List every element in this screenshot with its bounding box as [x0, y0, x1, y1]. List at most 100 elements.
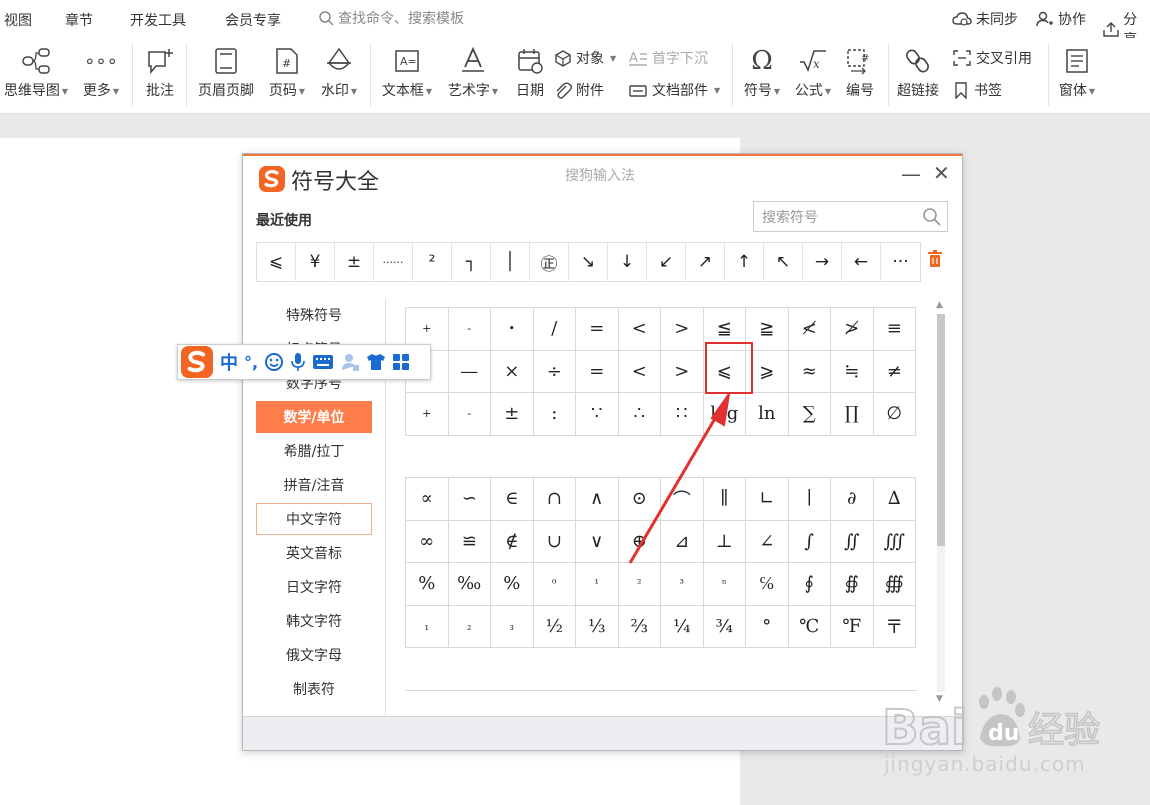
symbol-cell[interactable]: ÷ — [533, 350, 576, 393]
user-tools-icon[interactable] — [340, 352, 360, 372]
recent-symbol-cell[interactable]: ↖ — [764, 243, 803, 281]
skin-shirt-icon[interactable] — [366, 353, 386, 371]
numbering-button[interactable]: # 编号 — [840, 46, 880, 100]
category-item[interactable]: 中文字符 — [256, 503, 372, 535]
scroll-up-icon[interactable]: ▲ — [936, 300, 943, 310]
symbol-cell[interactable]: ⊕ — [618, 520, 661, 563]
recent-symbol-cell[interactable]: ㊣ — [530, 243, 569, 281]
recent-symbol-cell[interactable]: ² — [413, 243, 452, 281]
symbol-cell[interactable]: ∫ — [788, 520, 831, 563]
close-icon[interactable]: ✕ — [933, 161, 950, 185]
category-item[interactable]: 特殊符号 — [256, 299, 372, 331]
symbol-cell[interactable]: ⌒ — [661, 478, 704, 521]
symbol-cell[interactable]: ∣ — [788, 478, 831, 521]
symbol-cell[interactable]: ∴ — [618, 393, 661, 436]
symbol-cell[interactable]: ∧ — [576, 478, 619, 521]
symbol-cell[interactable]: ∝ — [406, 478, 449, 521]
symbol-cell[interactable]: + — [406, 393, 449, 436]
header-footer-button[interactable]: 页眉页脚 — [194, 46, 258, 100]
command-search[interactable]: 查找命令、搜索模板 — [318, 8, 464, 28]
recent-symbol-cell[interactable]: ↓ — [608, 243, 647, 281]
symbol-cell[interactable]: ∪ — [533, 520, 576, 563]
symbol-cell[interactable]: ‰ — [448, 563, 491, 606]
symbol-cell[interactable]: ≠ — [873, 350, 916, 393]
minimize-icon[interactable]: — — [901, 162, 921, 186]
symbol-cell[interactable]: ∑ — [788, 393, 831, 436]
symbol-cell[interactable]: ³ — [661, 563, 704, 606]
symbol-cell[interactable]: ∵ — [576, 393, 619, 436]
sogou-ime-logo-icon[interactable] — [180, 346, 214, 378]
symbol-cell[interactable]: ± — [491, 393, 534, 436]
page-number-button[interactable]: # 页码 ▼ — [264, 46, 310, 100]
symbol-cell[interactable]: ln — [746, 393, 789, 436]
recent-symbol-cell[interactable]: ← — [842, 243, 881, 281]
menu-developer-tools[interactable]: 开发工具 — [130, 10, 186, 30]
recent-symbol-cell[interactable]: ··· — [881, 243, 920, 281]
symbol-cell[interactable]: ≈ — [788, 350, 831, 393]
symbol-cell[interactable]: ° — [746, 605, 789, 648]
ime-punct-toggle[interactable]: °, — [244, 353, 258, 372]
symbol-cell[interactable]: < — [618, 350, 661, 393]
recent-symbol-cell[interactable]: ↘ — [569, 243, 608, 281]
symbol-cell[interactable]: ⊥ — [703, 520, 746, 563]
symbol-cell[interactable]: ∅ — [873, 393, 916, 436]
symbol-cell[interactable]: ⅓ — [576, 605, 619, 648]
symbol-cell[interactable]: ∂ — [831, 478, 874, 521]
ime-mode-toggle[interactable]: 中 — [220, 349, 238, 375]
symbol-cell[interactable]: — — [448, 350, 491, 393]
category-item[interactable]: 制表符 — [256, 673, 372, 705]
symbol-cell[interactable]: ⊙ — [618, 478, 661, 521]
symbol-cell[interactable]: ∽ — [448, 478, 491, 521]
symbol-cell[interactable]: log — [703, 393, 746, 436]
keyboard-icon[interactable] — [312, 353, 334, 371]
symbol-cell[interactable]: ¾ — [703, 605, 746, 648]
symbol-cell[interactable]: - — [448, 393, 491, 436]
recent-symbol-cell[interactable]: ¥ — [296, 243, 335, 281]
emoji-icon[interactable] — [264, 352, 284, 372]
symbol-cell[interactable]: < — [618, 308, 661, 351]
recent-symbol-cell[interactable]: ↗ — [686, 243, 725, 281]
symbol-cell[interactable]: ⊿ — [661, 520, 704, 563]
symbol-cell[interactable]: ∉ — [491, 520, 534, 563]
doc-parts-button[interactable]: 文档部件 ▼ — [628, 80, 720, 100]
textbox-button[interactable]: A= 文本框 ▼ — [378, 46, 436, 100]
category-item[interactable]: 希腊/拉丁 — [256, 435, 372, 467]
symbol-cell[interactable]: % — [406, 563, 449, 606]
symbol-cell[interactable]: × — [491, 350, 534, 393]
object-button[interactable]: 对象 ▼ — [554, 48, 616, 68]
menu-chapter[interactable]: 章节 — [65, 10, 93, 30]
watermark-button[interactable]: 水印 ▼ — [316, 46, 362, 100]
symbol-cell[interactable]: ₁ — [406, 605, 449, 648]
symbol-cell[interactable]: ≌ — [448, 520, 491, 563]
formula-button[interactable]: x 公式 ▼ — [790, 46, 836, 100]
symbol-button[interactable]: Ω 符号 ▼ — [740, 46, 784, 100]
symbol-cell[interactable]: • — [491, 308, 534, 351]
symbol-scrollbar[interactable]: ▲ ▼ — [935, 300, 947, 706]
symbol-cell[interactable]: > — [661, 350, 704, 393]
menu-view[interactable]: 视图 — [4, 10, 32, 30]
window-form-button[interactable]: 窗体 ▼ — [1054, 46, 1100, 100]
symbol-cell[interactable]: ½ — [533, 605, 576, 648]
drop-cap-button[interactable]: A 首字下沉 — [628, 48, 708, 68]
recent-symbol-cell[interactable]: → — [803, 243, 842, 281]
symbol-cell[interactable]: 〒 — [873, 605, 916, 648]
cross-ref-button[interactable]: 交叉引用 — [952, 48, 1032, 68]
symbol-cell[interactable]: ∮ — [788, 563, 831, 606]
category-item[interactable]: 拼音/注音 — [256, 469, 372, 501]
mindmap-button[interactable]: 思维导图 ▼ — [0, 46, 72, 100]
symbol-cell[interactable]: ℃ — [788, 605, 831, 648]
collab-button[interactable]: 协作 — [1036, 9, 1086, 29]
symbol-cell[interactable]: ¹ — [576, 563, 619, 606]
symbol-cell[interactable]: ≮ — [788, 308, 831, 351]
symbol-cell[interactable]: : — [533, 393, 576, 436]
category-item[interactable]: 英文音标 — [256, 537, 372, 569]
category-item[interactable]: 韩文字符 — [256, 605, 372, 637]
category-item[interactable]: 俄文字母 — [256, 639, 372, 671]
sync-status[interactable]: 未同步 — [952, 9, 1018, 29]
symbol-cell[interactable]: ≒ — [831, 350, 874, 393]
symbol-cell[interactable]: ∠ — [746, 520, 789, 563]
recent-symbol-cell[interactable]: ⩽ — [257, 243, 296, 281]
symbol-cell[interactable]: ∯ — [831, 563, 874, 606]
symbol-cell[interactable]: ∏ — [831, 393, 874, 436]
category-item[interactable]: 数学/单位 — [256, 401, 372, 433]
